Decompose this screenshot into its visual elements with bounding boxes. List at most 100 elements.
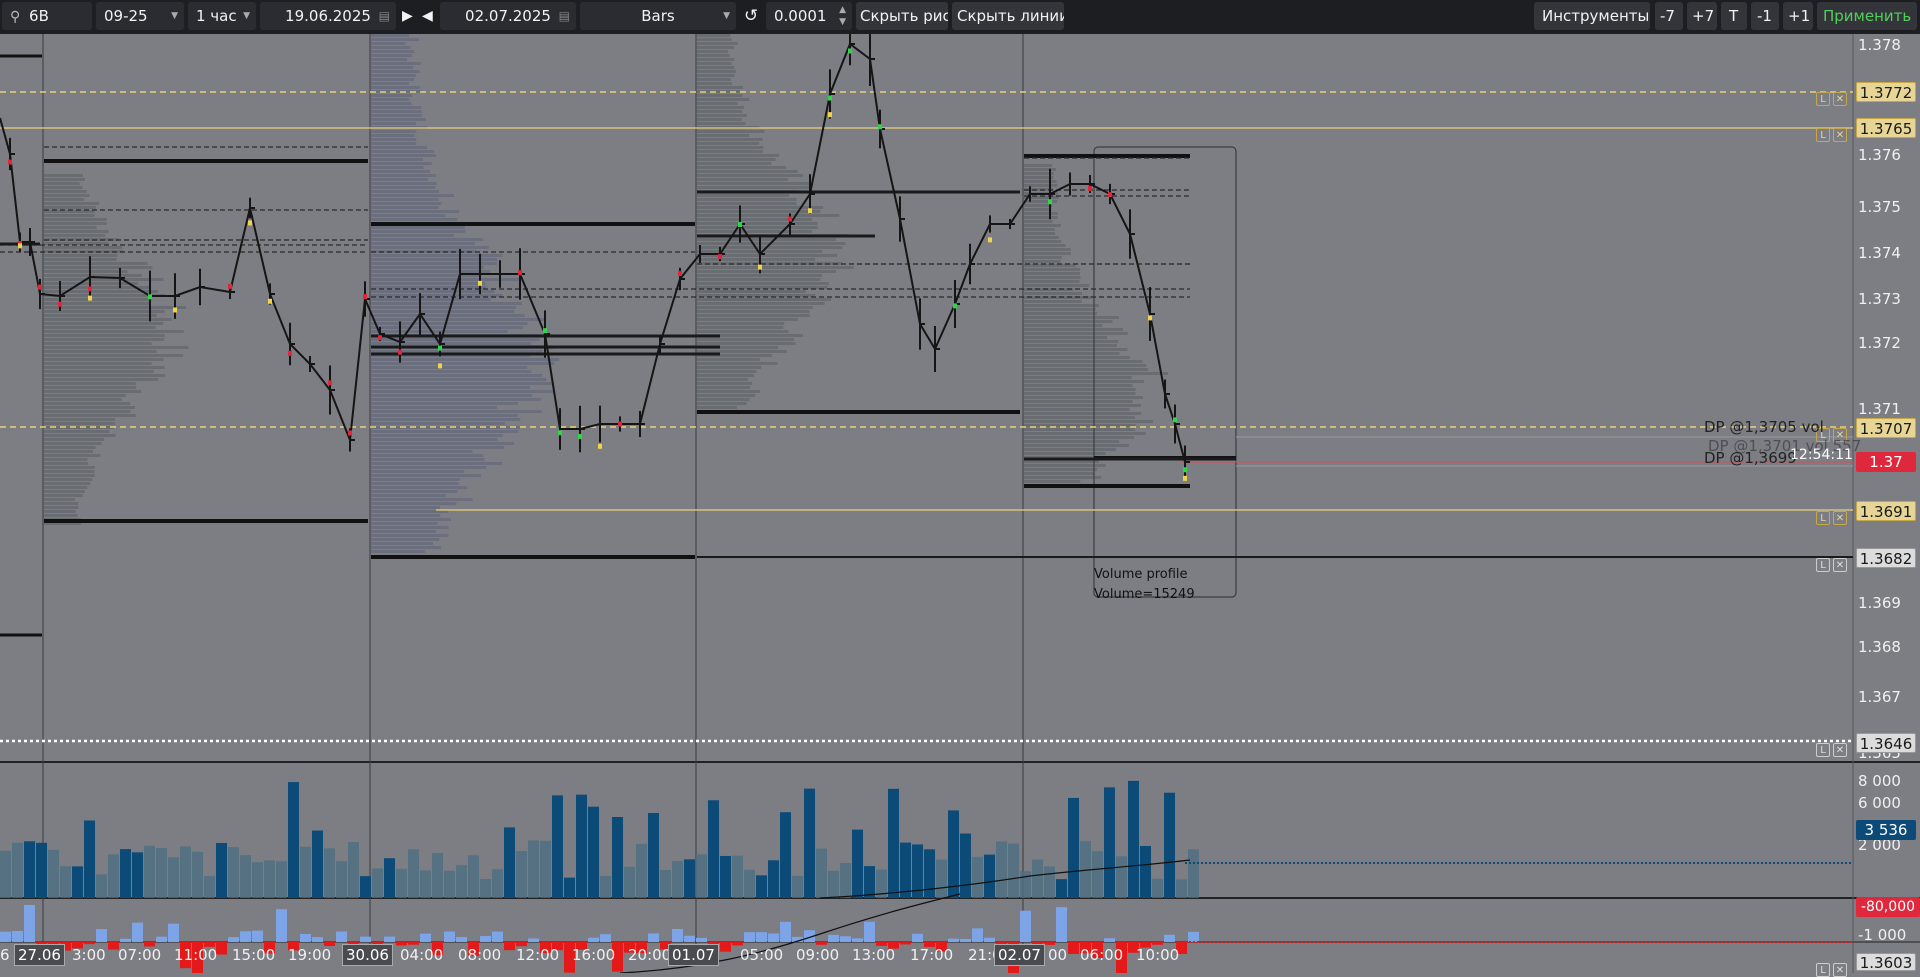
volume-profile-bar	[697, 390, 761, 393]
volume-profile-bar	[44, 358, 164, 361]
volume-bar	[144, 845, 155, 898]
close-icon[interactable]: ✕	[1833, 511, 1847, 525]
volume-profile-bar	[44, 306, 187, 309]
time-tick: 12:00	[516, 946, 560, 964]
lock-icon[interactable]: L	[1816, 743, 1830, 757]
delta-bar	[816, 942, 827, 945]
volume-profile-bar	[1024, 428, 1135, 431]
apply-button[interactable]: Применить	[1817, 2, 1917, 30]
tools-button[interactable]: Инструменты	[1534, 2, 1650, 30]
volume-profile-bar	[697, 222, 818, 225]
lock-icon[interactable]: L	[1816, 511, 1830, 525]
volume-bar	[1068, 797, 1079, 898]
delta-marker	[678, 271, 682, 277]
plus-7-button[interactable]: +7	[1687, 2, 1717, 30]
volume-profile-bar	[371, 398, 541, 401]
stepper-icon[interactable]: ▲ ▼	[839, 4, 846, 28]
volume-profile-bar	[371, 134, 415, 137]
lock-icon[interactable]: L	[1816, 963, 1830, 977]
volume-profile-bar	[371, 46, 411, 49]
delta-marker	[378, 335, 382, 341]
delta-bar	[456, 937, 467, 942]
volume-profile-bar	[1024, 400, 1133, 403]
volume-profile-bar	[697, 406, 737, 409]
close-icon[interactable]: ✕	[1833, 558, 1847, 572]
volume-bar	[828, 870, 839, 898]
volume-profile-bar	[371, 190, 439, 193]
volume-profile-bar	[44, 382, 136, 385]
lock-icon[interactable]: L	[1816, 128, 1830, 142]
close-icon[interactable]: ✕	[1833, 743, 1847, 757]
volume-bar	[396, 868, 407, 898]
volume-profile-bar	[697, 342, 796, 345]
lock-icon[interactable]: L	[1816, 92, 1830, 106]
volume-profile-bar	[44, 486, 88, 489]
delta-bar	[156, 936, 167, 942]
volume-bar	[1164, 792, 1175, 898]
price-chart[interactable]	[0, 34, 1920, 973]
timeframe-select[interactable]: 1 час ▼	[188, 2, 256, 30]
delta-bar	[240, 931, 251, 942]
step-back-icon[interactable]: ◀	[422, 2, 433, 30]
delta-marker	[88, 295, 92, 301]
date-to-input[interactable]: 02.07.2025 ▤	[440, 2, 576, 30]
volume-profile-bar	[44, 206, 97, 209]
calendar-icon[interactable]: ▤	[559, 2, 570, 30]
level-label: 1.3603	[1856, 953, 1916, 972]
delta-bar	[900, 942, 911, 945]
volume-bar	[804, 788, 815, 898]
level-label: 1.3691	[1856, 501, 1916, 521]
volume-profile-bar	[44, 314, 157, 317]
hide-drawings-button[interactable]: Скрыть рис.	[856, 2, 948, 30]
close-icon[interactable]: ✕	[1833, 92, 1847, 106]
volume-profile-bar	[44, 390, 142, 393]
delta-marker	[8, 159, 12, 165]
minus-7-button[interactable]: -7	[1655, 2, 1683, 30]
volume-profile-bar	[44, 318, 172, 321]
lock-icon[interactable]: L	[1816, 558, 1830, 572]
volume-profile-bar	[371, 254, 503, 257]
hide-lines-button[interactable]: Скрыть линии	[952, 2, 1064, 30]
play-icon[interactable]: ▶	[402, 2, 413, 30]
refresh-icon[interactable]: ↺	[744, 2, 758, 30]
volume-profile-bar	[697, 170, 798, 173]
volume-bar	[72, 866, 83, 898]
volume-profile-bar	[371, 378, 546, 381]
volume-profile-bar	[1024, 348, 1128, 351]
delta-bar	[684, 935, 695, 942]
plus-1-button[interactable]: +1	[1783, 2, 1813, 30]
close-icon[interactable]: ✕	[1833, 963, 1847, 977]
symbol-search[interactable]: ⚲ 6B	[2, 2, 92, 30]
volume-profile-bar	[371, 482, 459, 485]
volume-bar	[480, 878, 491, 898]
volume-profile-bar	[371, 490, 458, 493]
volume-profile-bar	[371, 34, 409, 37]
volume-profile-bar	[697, 226, 818, 229]
price-tick: 1.374	[1858, 244, 1901, 262]
volume-profile-bar	[44, 178, 85, 181]
volume-profile-bar	[371, 546, 441, 549]
contract-select[interactable]: 09-25 ▼	[96, 2, 184, 30]
close-icon[interactable]: ✕	[1833, 128, 1847, 142]
delta-bar	[0, 931, 11, 942]
delta-bar	[360, 936, 371, 942]
volume-bar	[252, 862, 263, 898]
date-from-input[interactable]: 19.06.2025 ▤	[260, 2, 396, 30]
volume-profile-bar	[44, 514, 78, 517]
symbol-input[interactable]: 6B	[29, 7, 49, 25]
chart-canvas[interactable]	[0, 34, 1920, 973]
volume-bar	[888, 788, 899, 898]
tick-size-input[interactable]: 0.0001 ▲ ▼	[766, 2, 852, 30]
minus-1-button[interactable]: -1	[1751, 2, 1779, 30]
volume-profile-bar	[1024, 316, 1120, 319]
volume-profile-bar	[697, 258, 816, 261]
volume-profile-bar	[371, 442, 515, 445]
t-button[interactable]: T	[1721, 2, 1747, 30]
volume-bar	[1092, 851, 1103, 898]
volume-profile-bar	[697, 70, 737, 73]
volume-bar	[276, 861, 287, 898]
chart-type-select[interactable]: Bars ▼	[580, 2, 736, 30]
volume-profile-bar	[1024, 444, 1129, 447]
volume-profile-bar	[1024, 360, 1143, 363]
calendar-icon[interactable]: ▤	[379, 2, 390, 30]
